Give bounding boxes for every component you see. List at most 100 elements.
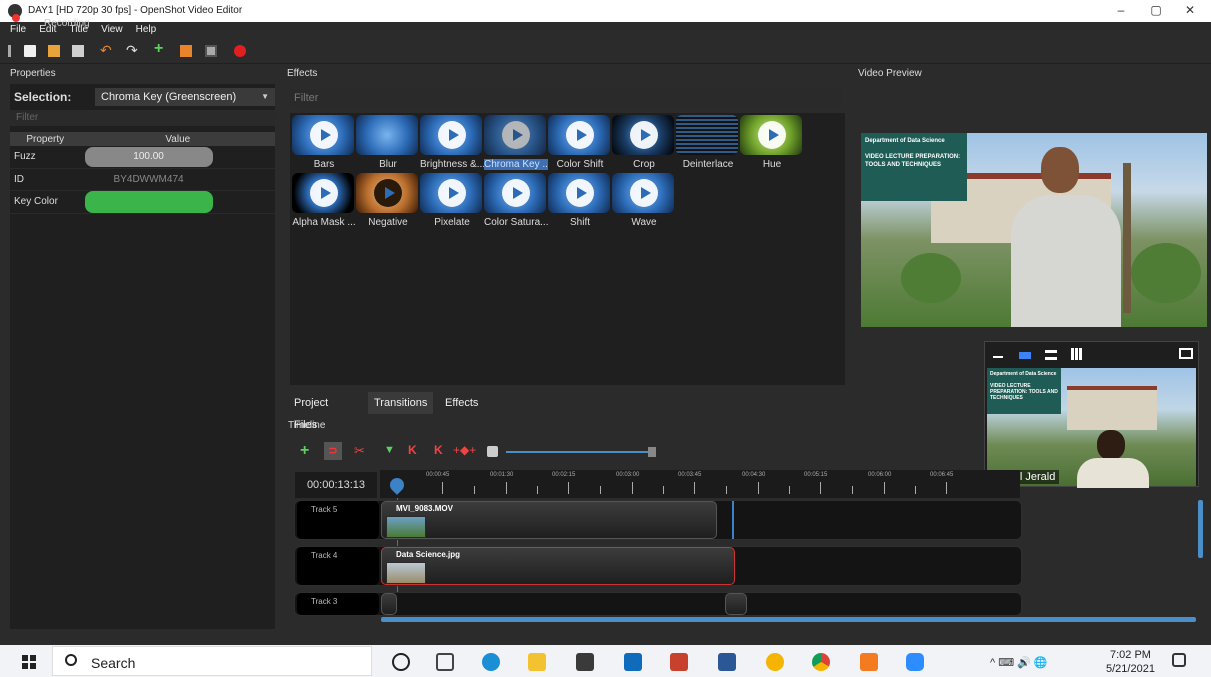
effect-bars[interactable]: Bars: [292, 115, 356, 173]
zoom-slider-handle[interactable]: [648, 447, 656, 457]
table-row[interactable]: Key Color: [10, 190, 275, 214]
webcam-overlay: Department of Data Science VIDEO LECTURE…: [984, 341, 1199, 488]
effect-label: Bars: [313, 159, 335, 170]
tab-transitions[interactable]: Transitions: [368, 392, 434, 414]
chrome-icon[interactable]: [812, 653, 830, 671]
minimize-view-icon[interactable]: [993, 356, 1003, 358]
vlc-icon[interactable]: [766, 653, 784, 671]
video-clip[interactable]: MVI_9083.MOV: [381, 501, 717, 539]
audio-clip[interactable]: [381, 593, 397, 615]
razor-icon[interactable]: ✂: [354, 443, 365, 459]
taskbar-clock[interactable]: 7:02 PM 5/21/2021: [1106, 648, 1155, 676]
timeline-vertical-scrollbar[interactable]: [1198, 500, 1203, 558]
effect-brightness[interactable]: Brightness &...: [420, 115, 484, 173]
edge-icon[interactable]: [482, 653, 500, 671]
effect-color-saturation[interactable]: Color Satura...: [484, 173, 548, 231]
effect-blur[interactable]: Blur: [356, 115, 420, 173]
effect-color-shift[interactable]: Color Shift: [548, 115, 612, 173]
effect-shift[interactable]: Shift: [548, 173, 612, 231]
play-icon: [438, 121, 466, 149]
ruler-label: 00:04:30: [742, 472, 766, 478]
tab-project-files[interactable]: Project Files: [288, 392, 334, 431]
webcam-person-head: [1097, 430, 1125, 460]
outlook-icon[interactable]: [624, 653, 642, 671]
zoom-slider-track[interactable]: [506, 451, 652, 453]
column-header-property[interactable]: Property: [10, 132, 81, 146]
close-button[interactable]: ✕: [1176, 3, 1204, 19]
grid-view-icon[interactable]: [1071, 348, 1083, 360]
cortana-icon[interactable]: [392, 653, 410, 671]
center-timeline-icon[interactable]: +◆+: [453, 443, 476, 457]
powerpoint-icon[interactable]: [670, 653, 688, 671]
tab-effects[interactable]: Effects: [439, 392, 484, 414]
zoom-app-icon[interactable]: [906, 653, 924, 671]
key-color-swatch[interactable]: [84, 190, 213, 213]
selection-dropdown[interactable]: Chroma Key (Greenscreen) ▼: [95, 88, 275, 106]
cam-banner: Department of Data Science VIDEO LECTURE…: [987, 368, 1061, 414]
import-files-icon[interactable]: +: [154, 40, 166, 57]
word-icon[interactable]: [718, 653, 736, 671]
table-row[interactable]: ID BY4DWWM474: [10, 168, 275, 191]
taskbar-search-input[interactable]: Search: [52, 646, 372, 676]
effect-label: Chroma Key ...: [484, 159, 548, 170]
zoom-out-icon[interactable]: [487, 446, 498, 457]
fuzz-value-slider[interactable]: 100.00: [84, 146, 213, 167]
timeline-horizontal-scrollbar[interactable]: [381, 617, 1196, 622]
bush: [901, 253, 961, 303]
playhead-icon[interactable]: [387, 475, 407, 495]
table-row[interactable]: Fuzz 100.00: [10, 146, 275, 169]
next-marker-icon[interactable]: K: [434, 443, 443, 457]
system-tray[interactable]: ^ ⌨ 🔊 🌐: [990, 656, 1048, 669]
ruler-tick: [915, 486, 916, 494]
properties-filter-input[interactable]: Filter: [10, 110, 275, 126]
effect-negative[interactable]: Negative: [356, 173, 420, 231]
split-view-icon[interactable]: [1045, 350, 1057, 360]
redo-icon[interactable]: ↷: [126, 42, 138, 58]
effect-pixelate[interactable]: Pixelate: [420, 173, 484, 231]
file-explorer-icon[interactable]: [528, 653, 546, 671]
effect-crop[interactable]: Crop: [612, 115, 676, 173]
menu-help[interactable]: Help: [136, 22, 157, 38]
maximize-button[interactable]: ▢: [1142, 3, 1170, 19]
effect-deinterlace[interactable]: Deinterlace: [676, 115, 740, 173]
save-project-icon[interactable]: [72, 45, 84, 57]
column-header-value[interactable]: Value: [80, 132, 275, 146]
ruler-label: 00:03:00: [616, 472, 640, 478]
track-row[interactable]: Track 5 MVI_9083.MOV: [294, 500, 1022, 540]
timeline-ruler[interactable]: 00:00:45 00:01:30 00:02:15 00:03:00 00:0…: [380, 470, 1020, 498]
notifications-icon[interactable]: [1172, 653, 1186, 667]
open-project-icon[interactable]: [48, 45, 60, 57]
effect-thumbnail: [420, 173, 482, 213]
minimize-button[interactable]: –: [1107, 3, 1135, 19]
track-row[interactable]: Track 3: [294, 592, 1022, 616]
windows-start-icon[interactable]: [22, 655, 36, 669]
effect-hue[interactable]: Hue: [740, 115, 804, 173]
add-marker-icon[interactable]: ▼: [384, 444, 395, 456]
effect-thumbnail: [548, 173, 610, 213]
effect-chroma-key[interactable]: Chroma Key ...: [484, 115, 548, 173]
store-icon[interactable]: [576, 653, 594, 671]
add-track-icon[interactable]: +: [300, 442, 309, 460]
effect-wave[interactable]: Wave: [612, 173, 676, 231]
export-video-icon[interactable]: [234, 45, 246, 57]
previous-marker-icon[interactable]: K: [408, 443, 417, 457]
pop-out-icon[interactable]: [1179, 348, 1193, 359]
palm-trunk: [1123, 163, 1131, 313]
menu-file[interactable]: File: [10, 22, 26, 38]
task-view-icon[interactable]: [436, 653, 454, 671]
effect-alpha-mask[interactable]: Alpha Mask ...: [292, 173, 356, 231]
track-row[interactable]: Track 4 Data Science.jpg: [294, 546, 1022, 586]
fullscreen-icon[interactable]: [205, 45, 217, 57]
new-project-icon[interactable]: [24, 45, 36, 57]
image-clip[interactable]: Data Science.jpg: [381, 547, 735, 585]
menu-view[interactable]: View: [101, 22, 123, 38]
effect-label: Negative: [368, 217, 408, 228]
choose-profile-icon[interactable]: [180, 45, 192, 57]
audio-clip[interactable]: [725, 593, 747, 615]
openshot-app-icon[interactable]: [860, 653, 878, 671]
snapping-icon[interactable]: ⊃: [324, 442, 342, 460]
undo-icon[interactable]: ↶: [100, 42, 112, 58]
id-value: BY4DWWM474: [113, 173, 184, 185]
effects-filter-input[interactable]: Filter: [290, 89, 842, 107]
single-view-icon[interactable]: [1019, 352, 1031, 359]
